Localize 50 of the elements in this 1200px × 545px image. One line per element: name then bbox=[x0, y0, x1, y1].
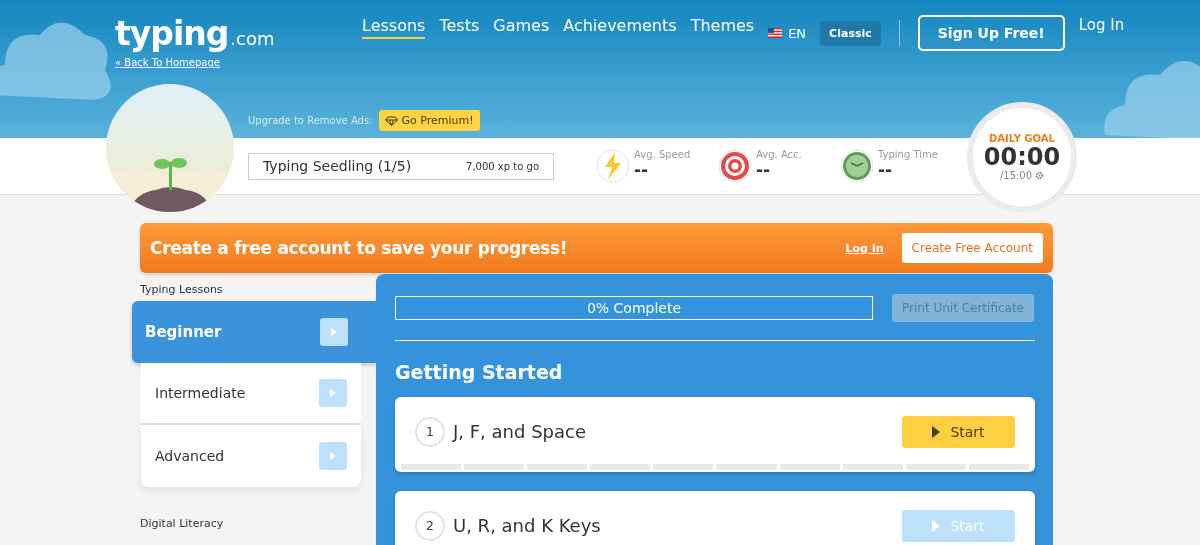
lesson-level-tab[interactable]: Intermediate bbox=[141, 363, 361, 425]
stat-label: Avg. Acc. bbox=[756, 149, 802, 160]
lesson-number: 2 bbox=[415, 510, 445, 541]
play-icon[interactable] bbox=[319, 379, 347, 407]
language-label[interactable]: EN bbox=[788, 25, 807, 41]
signup-button[interactable]: Sign Up Free! bbox=[917, 15, 1065, 51]
stat-label: Typing Time bbox=[878, 149, 938, 160]
create-account-button[interactable]: Create Free Account bbox=[901, 233, 1043, 263]
play-icon[interactable] bbox=[320, 318, 348, 346]
login-link[interactable]: Log In bbox=[1078, 16, 1125, 34]
nav-link[interactable]: Games bbox=[493, 16, 550, 39]
stat-value: -- bbox=[634, 160, 650, 180]
premium-button[interactable]: Go Premium! bbox=[378, 110, 480, 131]
lesson-level-tab[interactable]: Beginner bbox=[132, 301, 376, 363]
lesson-level-tab[interactable]: Advanced bbox=[141, 425, 361, 487]
site-logo[interactable]: typing.com bbox=[115, 14, 362, 53]
play-icon bbox=[932, 519, 941, 532]
diamond-icon bbox=[384, 115, 398, 126]
banner-text: Create a free account to save your progress! bbox=[150, 238, 569, 258]
play-icon bbox=[932, 425, 941, 438]
goal-title: DAILY GOAL bbox=[989, 133, 1055, 144]
xp-label: 7,000 xp to go bbox=[466, 160, 539, 172]
stat-label: Avg. Speed bbox=[634, 149, 691, 160]
settings-icon[interactable] bbox=[1035, 171, 1045, 180]
section-heading: Typing Lessons bbox=[140, 283, 224, 298]
progress-bar: 0% Complete bbox=[395, 296, 873, 320]
clock-icon bbox=[840, 149, 874, 183]
target-icon bbox=[718, 149, 752, 183]
lesson-title: J, F, and Space bbox=[453, 421, 587, 442]
nav-link[interactable]: Tests bbox=[439, 16, 480, 39]
lesson-title: U, R, and K Keys bbox=[453, 515, 602, 536]
section-title: Getting Started bbox=[395, 361, 564, 383]
start-button[interactable]: Start bbox=[902, 415, 1015, 448]
flag-icon[interactable] bbox=[768, 28, 783, 38]
nav-link[interactable]: Themes bbox=[690, 16, 755, 39]
stat-value: -- bbox=[878, 160, 894, 180]
lesson-number: 1 bbox=[415, 416, 445, 447]
classic-button[interactable]: Classic bbox=[820, 20, 881, 46]
stat-value: -- bbox=[756, 160, 772, 180]
play-icon[interactable] bbox=[319, 442, 347, 470]
login-link[interactable]: Log In bbox=[845, 241, 884, 255]
nav-link[interactable]: Achievements bbox=[563, 16, 677, 39]
lightning-icon bbox=[596, 149, 630, 183]
section-heading: Digital Literacy bbox=[140, 517, 225, 532]
rank-label: Typing Seedling (1/5) bbox=[263, 158, 412, 174]
nav-link[interactable]: Lessons bbox=[362, 16, 426, 39]
upgrade-text: Upgrade to Remove Ads: bbox=[248, 115, 373, 126]
goal-target: /15:00 bbox=[999, 170, 1033, 181]
back-link[interactable]: « Back To Homepage bbox=[115, 57, 220, 68]
goal-time: 00:00 bbox=[983, 144, 1061, 170]
